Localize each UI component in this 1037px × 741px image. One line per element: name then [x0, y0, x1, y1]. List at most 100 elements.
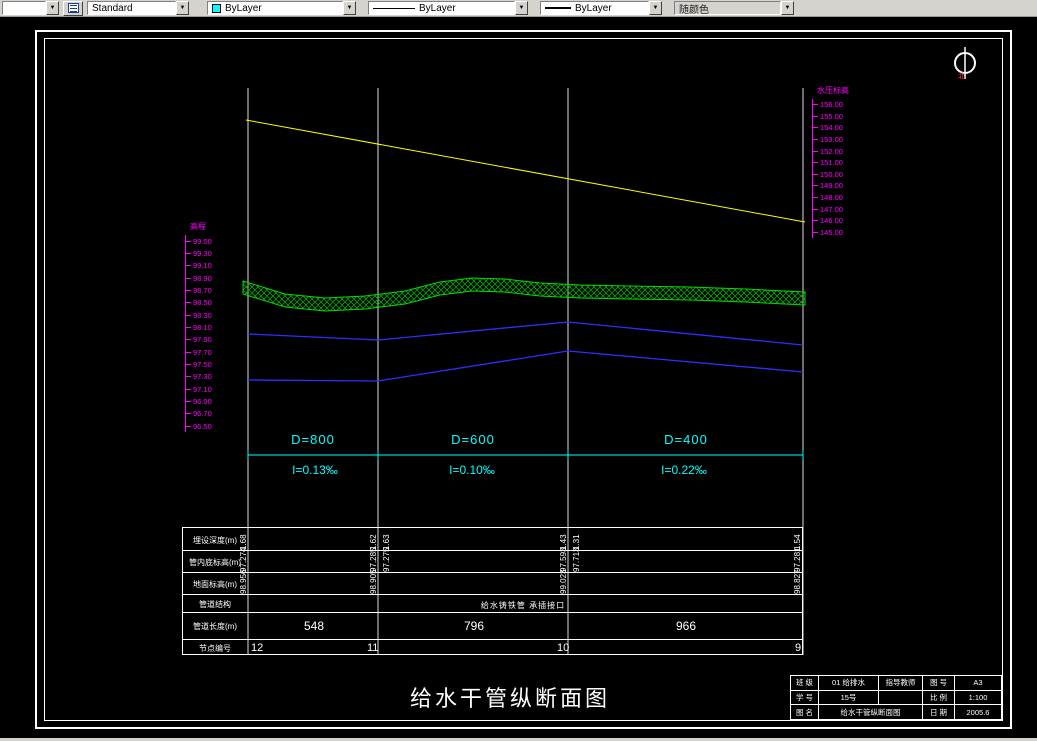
plot-style-combo[interactable]: 随颜色 ▼: [674, 1, 794, 15]
depth-value: 1.68: [239, 534, 248, 550]
scale-tick: 98.30: [186, 309, 212, 321]
tick-value: 98.70: [193, 285, 212, 295]
table-row-label: 节点编号: [199, 644, 231, 653]
node-number: 9: [795, 642, 802, 654]
tick-value: 148.00: [820, 193, 843, 203]
scale-tick: 147.00: [813, 203, 849, 215]
tick-dash-icon: [813, 150, 818, 152]
title-block: 班 级 01 给排水 指导教师 图 号 A3 学 号 15号 比 例 1:100…: [790, 675, 1003, 721]
scale-tick: 96.90: [186, 395, 212, 407]
tick-value: 97.90: [193, 335, 212, 345]
table-row-divider: [183, 572, 802, 573]
table-row-label: 管内底标高(m): [189, 558, 241, 567]
tick-value: 97.50: [193, 359, 212, 369]
text-style-button[interactable]: [63, 0, 83, 16]
table-row-label: 埋设深度(m): [193, 536, 237, 545]
tick-value: 96.50: [193, 421, 212, 431]
tick-value: 151.00: [820, 158, 843, 168]
table-row-label: 管道长度(m): [193, 622, 237, 631]
pressure-scale-right: 水压标高 156.00 155.00 154.00 153.00 152.00 …: [812, 85, 849, 239]
table-row-divider: [183, 594, 802, 595]
lineweight-sample-icon: [545, 7, 571, 9]
tick-value: 98.90: [193, 273, 212, 283]
drawing-canvas[interactable]: 北 高程 99.50 99.30 99.10 98.90 98.70 98.50…: [0, 17, 1037, 738]
tick-dash-icon: [186, 388, 191, 390]
tick-dash-icon: [186, 363, 191, 365]
tick-dash-icon: [186, 376, 191, 378]
titleblock-sheet-label: 图 号: [923, 676, 955, 691]
pipe-lines: [247, 321, 804, 382]
lineweight-combo-arrow-icon[interactable]: ▼: [649, 1, 662, 15]
segment-slope-label: I=0.10‰: [449, 463, 495, 477]
scale-tick: 153.00: [813, 134, 849, 146]
tick-dash-icon: [813, 208, 818, 210]
tick-value: 149.00: [820, 181, 843, 191]
scale-tick: 97.50: [186, 358, 212, 370]
toolbar-left-combo-arrow-icon[interactable]: ▼: [46, 1, 59, 15]
scale-tick: 97.90: [186, 334, 212, 346]
tick-value: 97.30: [193, 372, 212, 382]
scale-tick: 146.00: [813, 215, 849, 227]
text-style-arrow-icon[interactable]: ▼: [176, 1, 189, 15]
tick-dash-icon: [813, 231, 818, 233]
profile-data-table: 埋设深度(m) 管内底标高(m) 地面标高(m) 管道结构 管道长度(m) 节点…: [182, 527, 803, 655]
invert-value: 97.285: [369, 547, 378, 572]
tick-value: 156.00: [820, 100, 843, 110]
color-combo[interactable]: ByLayer ▼: [207, 1, 356, 15]
linetype-combo-arrow-icon[interactable]: ▼: [515, 1, 528, 15]
lineweight-combo[interactable]: ByLayer ▼: [540, 1, 662, 15]
titleblock-name-label: 图 名: [791, 705, 819, 720]
scale-tick: 150.00: [813, 169, 849, 181]
ground-value: 98.905: [369, 569, 378, 594]
toolbar-left-combo[interactable]: ▼: [2, 1, 59, 15]
tick-value: 98.30: [193, 310, 212, 320]
depth-value: 1.63: [382, 534, 391, 550]
tick-value: 154.00: [820, 123, 843, 133]
scale-tick: 98.50: [186, 297, 212, 309]
linetype-sample-icon: [373, 7, 415, 9]
tick-dash-icon: [186, 339, 191, 341]
invert-value: 97.275: [382, 547, 391, 572]
text-style-combo[interactable]: Standard ▼: [87, 1, 189, 15]
titleblock-class-value: 01 给排水: [819, 676, 879, 691]
pressure-scale-ticks: 156.00 155.00 154.00 153.00 152.00 151.0…: [812, 99, 849, 239]
segment-length-value: 966: [675, 619, 697, 633]
tick-dash-icon: [813, 162, 818, 164]
titleblock-scale-value: 1:100: [955, 690, 1002, 706]
depth-value: 1.43: [559, 534, 568, 550]
hydraulic-grade-line: [245, 119, 806, 223]
tick-dash-icon: [186, 252, 191, 254]
properties-toolbar: ▼ Standard ▼ ByLayer ▼ ByLayer ▼ ByLayer…: [0, 0, 1037, 17]
segment-diameter-label: D=600: [451, 432, 495, 447]
ground-value: 98.827: [793, 569, 802, 594]
tick-dash-icon: [813, 220, 818, 222]
text-style-value: Standard: [92, 2, 133, 14]
table-row-divider: [183, 550, 802, 551]
pressure-scale-label: 水压标高: [817, 86, 849, 95]
tick-dash-icon: [186, 302, 191, 304]
north-arrow-label: 北: [958, 73, 965, 80]
plot-style-arrow-icon[interactable]: ▼: [781, 1, 794, 15]
tick-dash-icon: [186, 425, 191, 427]
ground-line: [242, 277, 806, 312]
scale-tick: 152.00: [813, 145, 849, 157]
invert-value: 97.274: [239, 547, 248, 572]
table-row-divider: [183, 612, 802, 613]
tick-value: 97.70: [193, 347, 212, 357]
scale-tick: 148.00: [813, 192, 849, 204]
node-number: 12: [251, 642, 264, 654]
depth-value: 1.62: [369, 534, 378, 550]
titleblock-teacher-label: 指导教师: [879, 676, 923, 691]
tick-dash-icon: [186, 265, 191, 267]
titleblock-class-label: 班 级: [791, 676, 819, 691]
tick-value: 145.00: [820, 227, 843, 237]
scale-tick: 98.70: [186, 284, 212, 296]
color-combo-arrow-icon[interactable]: ▼: [343, 1, 356, 15]
elevation-scale-left-label: 高程: [190, 222, 206, 231]
tick-dash-icon: [813, 115, 818, 117]
plot-style-value: 随颜色: [679, 4, 709, 15]
scale-tick: 151.00: [813, 157, 849, 169]
linetype-combo[interactable]: ByLayer ▼: [368, 1, 528, 15]
scale-tick: 149.00: [813, 180, 849, 192]
lineweight-value: ByLayer: [575, 2, 612, 14]
